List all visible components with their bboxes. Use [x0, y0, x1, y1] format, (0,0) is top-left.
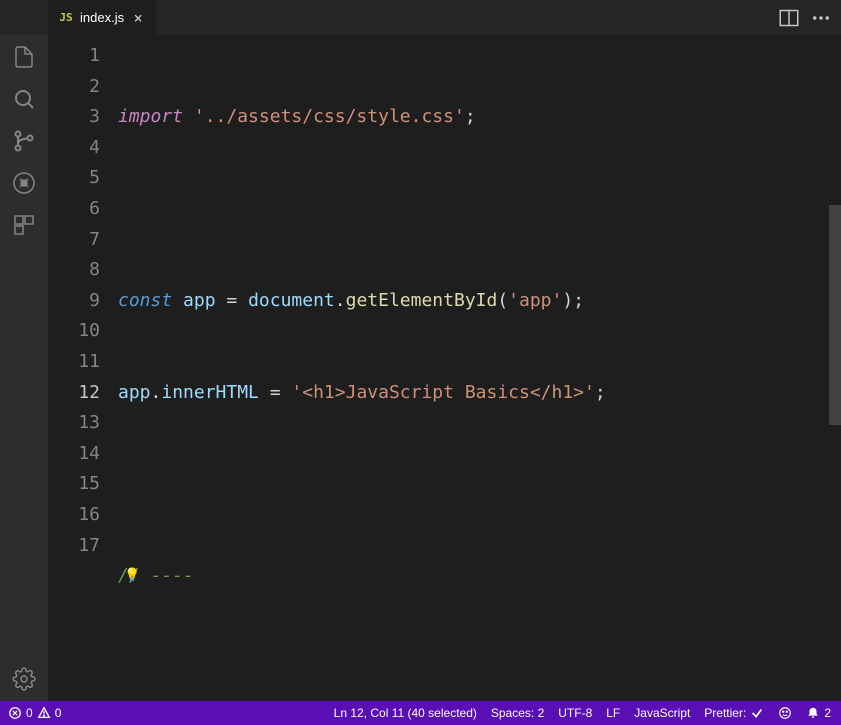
line-number: 6: [48, 194, 100, 225]
line-number: 5: [48, 163, 100, 194]
close-icon[interactable]: ×: [130, 10, 146, 26]
check-icon: [750, 706, 764, 720]
line-number: 4: [48, 133, 100, 164]
line-number: 16: [48, 500, 100, 531]
explorer-icon[interactable]: [12, 45, 36, 69]
line-number: 15: [48, 469, 100, 500]
settings-gear-icon[interactable]: [12, 667, 36, 691]
status-feedback-icon[interactable]: [778, 706, 792, 720]
line-number: 2: [48, 72, 100, 103]
more-actions-icon[interactable]: [811, 8, 831, 28]
code-line: app.innerHTML = '<h1>JavaScript Basics</…: [118, 378, 841, 409]
status-encoding[interactable]: UTF-8: [558, 706, 592, 720]
code-area[interactable]: import '../assets/css/style.css'; const …: [118, 35, 841, 701]
bell-icon: [806, 706, 820, 720]
extensions-icon[interactable]: [12, 213, 36, 237]
source-control-icon[interactable]: [12, 129, 36, 153]
line-number: 17: [48, 531, 100, 562]
line-number: 12: [48, 378, 100, 409]
debug-icon[interactable]: [12, 171, 36, 195]
status-language[interactable]: JavaScript: [634, 706, 690, 720]
lightbulb-icon[interactable]: 💡: [124, 561, 140, 592]
tab-bar-spacer: [0, 0, 48, 35]
line-gutter: 1 2 3 4 5 6 7 8 9 10 11 12 13 14 15 16 1…: [48, 35, 118, 701]
search-icon[interactable]: [12, 87, 36, 111]
line-number: 10: [48, 316, 100, 347]
status-bar: 0 0 Ln 12, Col 11 (40 selected) Spaces: …: [0, 701, 841, 725]
line-number: 13: [48, 408, 100, 439]
line-number: 3: [48, 102, 100, 133]
split-editor-icon[interactable]: [779, 8, 799, 28]
status-notifications[interactable]: 2: [806, 706, 831, 720]
line-number: 11: [48, 347, 100, 378]
editor[interactable]: 1 2 3 4 5 6 7 8 9 10 11 12 13 14 15 16 1…: [48, 35, 841, 701]
line-number: 1: [48, 41, 100, 72]
line-number: 8: [48, 255, 100, 286]
line-number: 7: [48, 225, 100, 256]
editor-actions: [779, 0, 841, 35]
app-root: JS index.js ×: [0, 0, 841, 725]
status-cursor-position[interactable]: Ln 12, Col 11 (40 selected): [334, 706, 477, 720]
code-line: 💡// ----: [118, 561, 841, 592]
tab-index-js[interactable]: JS index.js ×: [48, 0, 157, 35]
tab-label: index.js: [80, 10, 124, 25]
main-area: 1 2 3 4 5 6 7 8 9 10 11 12 13 14 15 16 1…: [0, 35, 841, 701]
scrollbar-track: [829, 35, 841, 701]
activity-bar: [0, 35, 48, 701]
code-line: [118, 194, 841, 225]
code-line: const app = document.getElementById('app…: [118, 286, 841, 317]
scrollbar-thumb[interactable]: [829, 205, 841, 425]
status-errors[interactable]: 0: [8, 706, 33, 720]
code-line: [118, 653, 841, 684]
code-line: import '../assets/css/style.css';: [118, 102, 841, 133]
line-number: 9: [48, 286, 100, 317]
line-number: 14: [48, 439, 100, 470]
js-file-icon: JS: [58, 10, 74, 26]
tab-bar: JS index.js ×: [0, 0, 841, 35]
status-warnings[interactable]: 0: [37, 706, 62, 720]
status-indentation[interactable]: Spaces: 2: [491, 706, 544, 720]
code-line: [118, 469, 841, 500]
status-eol[interactable]: LF: [606, 706, 620, 720]
status-prettier[interactable]: Prettier:: [704, 706, 764, 720]
